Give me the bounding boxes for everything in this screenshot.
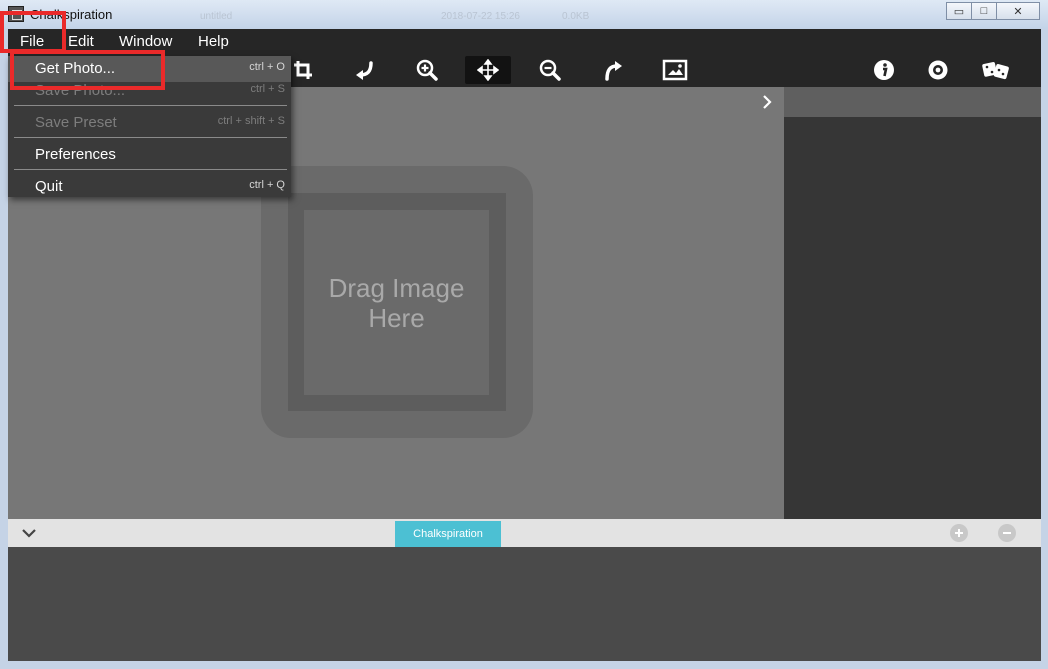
minimize-button[interactable]: ▭ xyxy=(946,2,972,20)
plus-icon xyxy=(955,529,963,537)
rotate-left-icon[interactable] xyxy=(342,56,388,84)
chevron-right-icon[interactable] xyxy=(757,92,777,112)
info-icon[interactable] xyxy=(861,56,907,84)
side-panel xyxy=(784,87,1041,519)
remove-preset-button[interactable] xyxy=(998,524,1016,542)
menu-item-shortcut: ctrl + shift + S xyxy=(217,115,285,127)
menu-item-quit[interactable]: Quit ctrl + Q xyxy=(8,174,291,200)
menu-item-save-preset: Save Preset ctrl + shift + S xyxy=(8,110,291,136)
ghost-timestamp: 2018-07-22 15:26 xyxy=(441,11,520,22)
menu-help[interactable]: Help xyxy=(198,29,229,53)
tab-chalkspiration[interactable]: Chalkspiration xyxy=(395,521,501,547)
zoom-out-icon[interactable] xyxy=(527,56,573,84)
window-titlebar: Chalkspiration untitled 2018-07-22 15:26… xyxy=(0,0,1048,30)
menu-separator xyxy=(14,169,287,170)
window-controls: ▭ □ ✕ xyxy=(946,2,1040,20)
highlight-file-menu xyxy=(0,11,66,53)
maximize-button[interactable]: □ xyxy=(971,2,997,20)
menu-item-label: Preferences xyxy=(35,146,116,163)
ghost-size: 0.0KB xyxy=(562,11,590,22)
bottom-tabbar: Chalkspiration xyxy=(8,519,1041,547)
window-border-right xyxy=(1041,29,1048,669)
menu-item-label: Quit xyxy=(35,178,63,195)
window-border-left xyxy=(0,29,8,669)
add-preset-button[interactable] xyxy=(950,524,968,542)
close-button[interactable]: ✕ xyxy=(996,2,1040,20)
minus-icon xyxy=(1003,532,1011,534)
move-icon[interactable] xyxy=(465,56,511,84)
menu-item-shortcut: ctrl + S xyxy=(250,83,285,95)
menu-item-label: Save Preset xyxy=(35,114,117,131)
menu-separator xyxy=(14,137,287,138)
settings-icon[interactable] xyxy=(915,56,961,84)
drop-zone-label: Drag Image Here xyxy=(328,272,465,333)
menu-separator xyxy=(14,105,287,106)
drop-zone-inner: Drag Image Here xyxy=(304,210,489,395)
zoom-in-icon[interactable] xyxy=(404,56,450,84)
menu-item-shortcut: ctrl + O xyxy=(249,61,285,73)
window-border-bottom xyxy=(0,661,1048,669)
presets-panel xyxy=(8,547,1041,661)
side-panel-header xyxy=(784,87,1041,117)
menu-item-shortcut: ctrl + Q xyxy=(249,179,285,191)
chevron-down-icon[interactable] xyxy=(20,525,38,541)
menu-item-preferences[interactable]: Preferences xyxy=(8,142,291,168)
photo-frame-icon[interactable] xyxy=(652,56,698,84)
ghost-tab-label: untitled xyxy=(200,11,233,22)
highlight-get-photo xyxy=(10,50,165,90)
dice-icon[interactable] xyxy=(973,56,1019,84)
rotate-right-icon[interactable] xyxy=(590,56,636,84)
